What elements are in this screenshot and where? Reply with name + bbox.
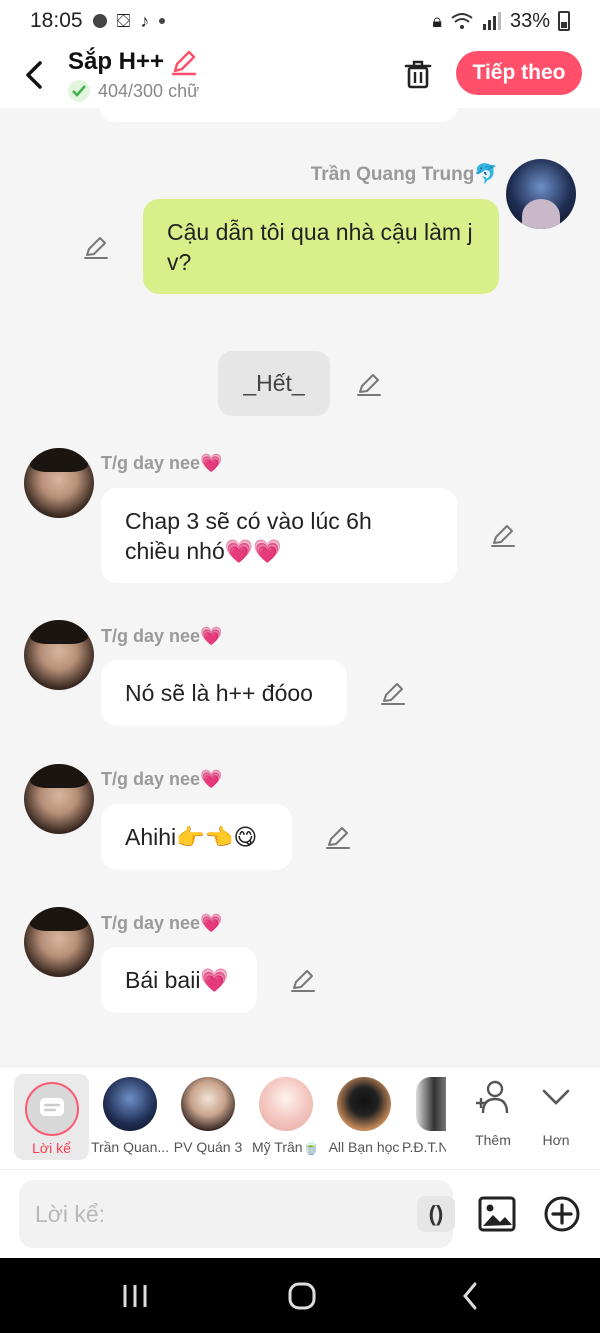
previous-message-bubble[interactable] xyxy=(100,108,457,122)
end-marker[interactable]: _Hết_ xyxy=(218,351,330,416)
avatar xyxy=(416,1077,446,1131)
notification-dot-icon xyxy=(92,14,107,28)
avatar xyxy=(103,1077,157,1131)
sender-name: T/g day nee💗 xyxy=(101,913,223,933)
next-button[interactable]: Tiếp theo xyxy=(456,51,582,95)
home-button[interactable] xyxy=(282,1280,322,1312)
character-item[interactable]: Mỹ Trân🍵 xyxy=(246,1077,326,1156)
home-icon xyxy=(288,1282,316,1310)
battery-icon xyxy=(558,11,570,31)
character-item[interactable]: P.Đ.T.N xyxy=(402,1077,446,1155)
back-button[interactable] xyxy=(14,55,54,95)
avatar[interactable] xyxy=(506,159,576,229)
chat-area[interactable]: Trần Quang Trung🐬 Cậu dẫn tôi qua nhà cậ… xyxy=(0,108,600,1066)
lock-icon: 🔒︎ xyxy=(432,10,442,31)
avatar[interactable] xyxy=(24,620,94,690)
narrator-label: Lời kể xyxy=(32,1140,71,1156)
sender-name: T/g day nee💗 xyxy=(101,453,223,473)
add-character-button[interactable]: Thêm xyxy=(466,1079,520,1148)
recent-apps-icon xyxy=(123,1285,147,1307)
edit-message-icon[interactable] xyxy=(490,522,516,548)
app-header: Sắp H++ 404/300 chữ Tiếp theo xyxy=(0,42,600,108)
delete-button[interactable] xyxy=(398,54,438,94)
tiktok-icon: ♪ xyxy=(140,10,150,31)
avatar xyxy=(181,1077,235,1131)
image-icon xyxy=(478,1196,516,1232)
avatar xyxy=(259,1077,313,1131)
message-bubble-right[interactable]: Cậu dẫn tôi qua nhà cậu làm j v? xyxy=(143,199,499,294)
more-notifications-icon xyxy=(159,18,166,24)
chevron-left-icon xyxy=(26,61,42,89)
page-title: Sắp H++ xyxy=(68,48,165,75)
more-characters-button[interactable]: Hơn xyxy=(529,1079,583,1148)
message-input[interactable] xyxy=(35,1194,395,1234)
add-user-icon xyxy=(476,1080,509,1114)
trash-icon xyxy=(404,60,432,89)
status-time: 18:05 xyxy=(30,9,83,32)
avatar[interactable] xyxy=(24,907,94,977)
recent-apps-button[interactable] xyxy=(115,1280,155,1312)
character-selector: Lời kể Trần Quan... PV Quán 3 Mỹ Trân🍵 A… xyxy=(0,1066,600,1169)
edit-message-icon[interactable] xyxy=(380,680,406,706)
character-item[interactable]: Trần Quan... xyxy=(90,1077,170,1155)
character-label: All Bạn học xyxy=(328,1139,400,1155)
title-block: Sắp H++ 404/300 chữ xyxy=(68,48,199,102)
status-bar: 18:05 ⛋ ♪ 🔒︎ 33% xyxy=(0,0,600,42)
character-label: P.Đ.T.N xyxy=(402,1139,446,1155)
sender-name: T/g day nee💗 xyxy=(101,769,223,789)
insert-image-button[interactable] xyxy=(478,1195,516,1233)
word-count: 404/300 chữ xyxy=(98,80,200,101)
edit-message-icon[interactable] xyxy=(83,234,109,260)
edit-title-icon[interactable] xyxy=(170,48,198,76)
system-nav-bar xyxy=(0,1258,600,1333)
message-bubble-left[interactable]: Bái baii💗 xyxy=(101,947,257,1013)
edit-message-icon[interactable] xyxy=(290,967,316,993)
avatar[interactable] xyxy=(24,448,94,518)
chevron-down-icon xyxy=(542,1089,570,1105)
character-item[interactable]: PV Quán 3 xyxy=(168,1077,248,1155)
more-characters-label: Hơn xyxy=(542,1132,570,1148)
message-input-box[interactable]: () xyxy=(19,1180,455,1248)
back-nav-icon xyxy=(463,1282,477,1310)
message-bubble-left[interactable]: Chap 3 sẽ có vào lúc 6h chiều nhó💗💗 xyxy=(101,488,457,583)
signal-icon xyxy=(482,12,501,30)
message-bubble-left[interactable]: Nó sẽ là h++ đóoo xyxy=(101,660,347,726)
character-label: Mỹ Trân🍵 xyxy=(252,1139,320,1155)
narrator-icon xyxy=(25,1082,79,1136)
message-bubble-left[interactable]: Ahihi👉👈😋 xyxy=(101,804,292,870)
back-nav-button[interactable] xyxy=(450,1280,490,1312)
star-app-icon: ⛋ xyxy=(116,10,131,31)
input-bar: () xyxy=(0,1169,600,1258)
narrator-button[interactable]: Lời kể xyxy=(14,1074,89,1160)
battery-percent: 33% xyxy=(509,9,550,32)
action-parentheses-button[interactable]: () xyxy=(417,1196,455,1232)
character-label: PV Quán 3 xyxy=(173,1139,243,1155)
plus-circle-icon xyxy=(544,1196,580,1232)
avatar xyxy=(337,1077,391,1131)
add-button[interactable] xyxy=(543,1195,581,1233)
avatar[interactable] xyxy=(24,764,94,834)
edit-message-icon[interactable] xyxy=(356,371,382,397)
edit-message-icon[interactable] xyxy=(325,824,351,850)
sender-name: Trần Quang Trung🐬 xyxy=(310,164,498,185)
check-icon xyxy=(68,80,90,102)
sender-name: T/g day nee💗 xyxy=(101,626,223,646)
character-item[interactable]: All Bạn học xyxy=(324,1077,404,1155)
add-character-label: Thêm xyxy=(475,1132,511,1148)
character-label: Trần Quan... xyxy=(90,1139,170,1155)
wifi-icon xyxy=(451,13,473,29)
